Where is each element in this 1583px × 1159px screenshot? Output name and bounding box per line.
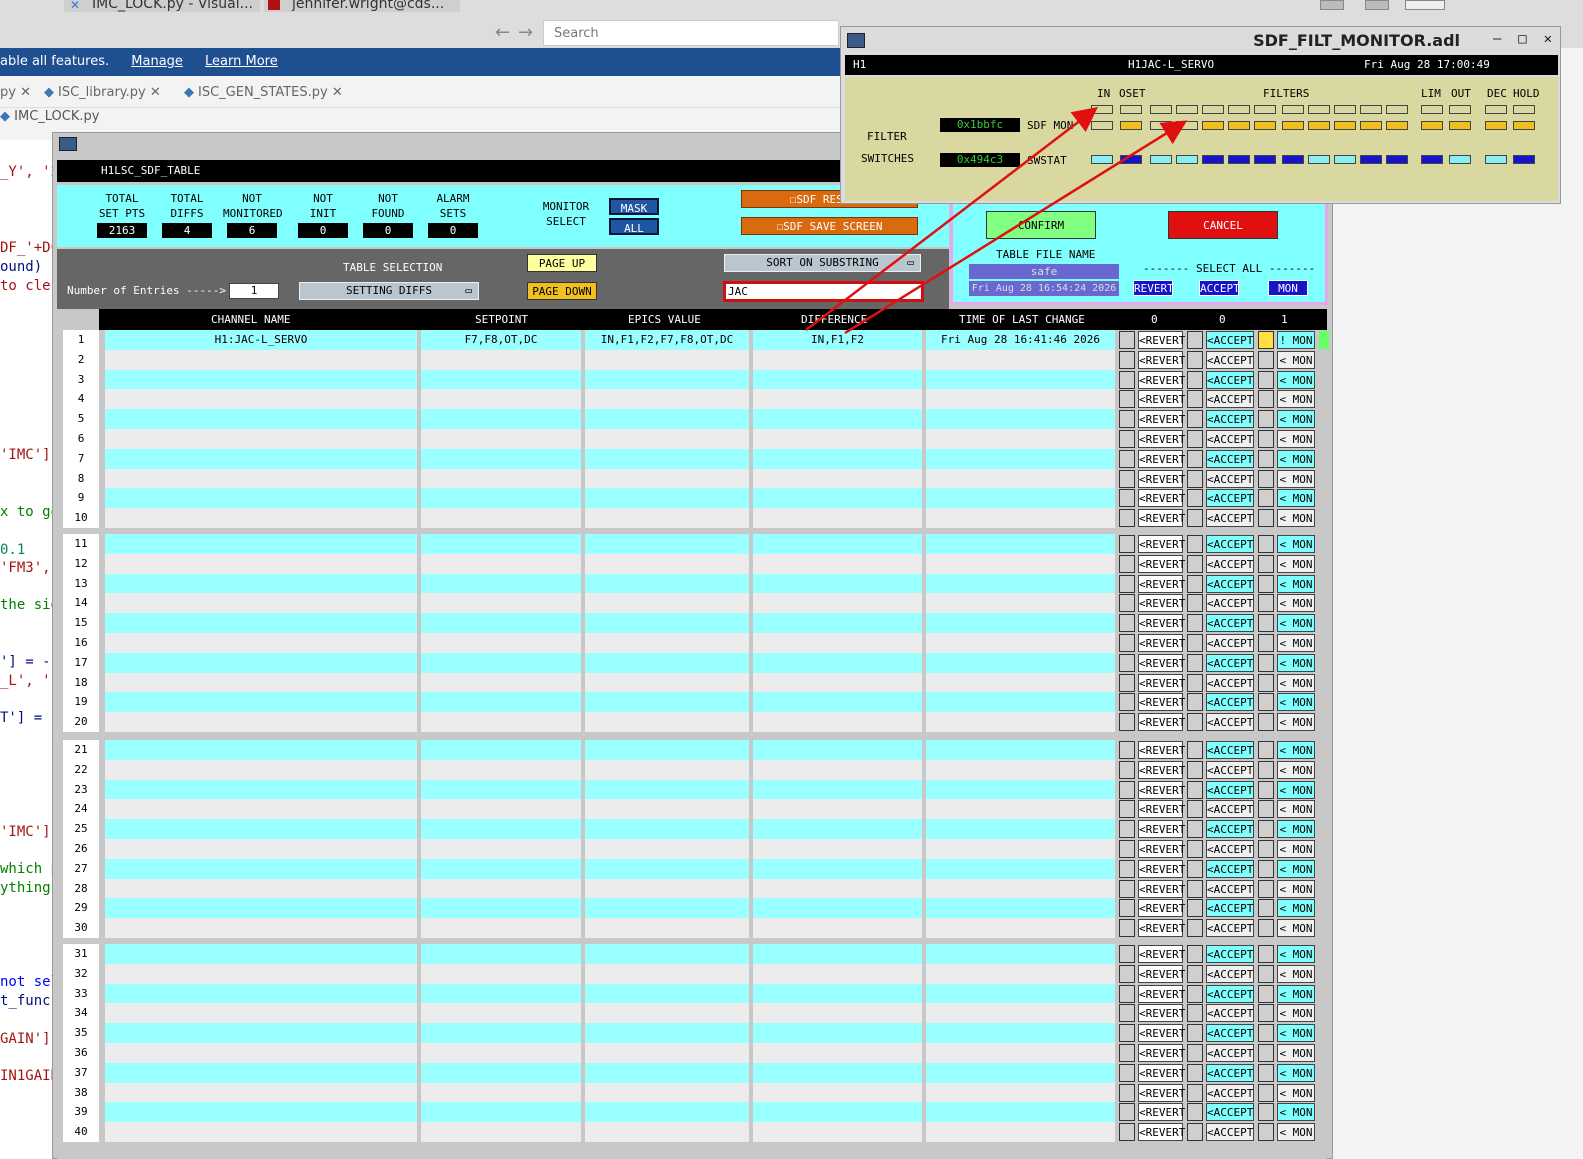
annotation-arrows [805, 106, 1188, 335]
arrow-to-in [805, 106, 1098, 331]
arrow-to-filters [844, 120, 1188, 335]
